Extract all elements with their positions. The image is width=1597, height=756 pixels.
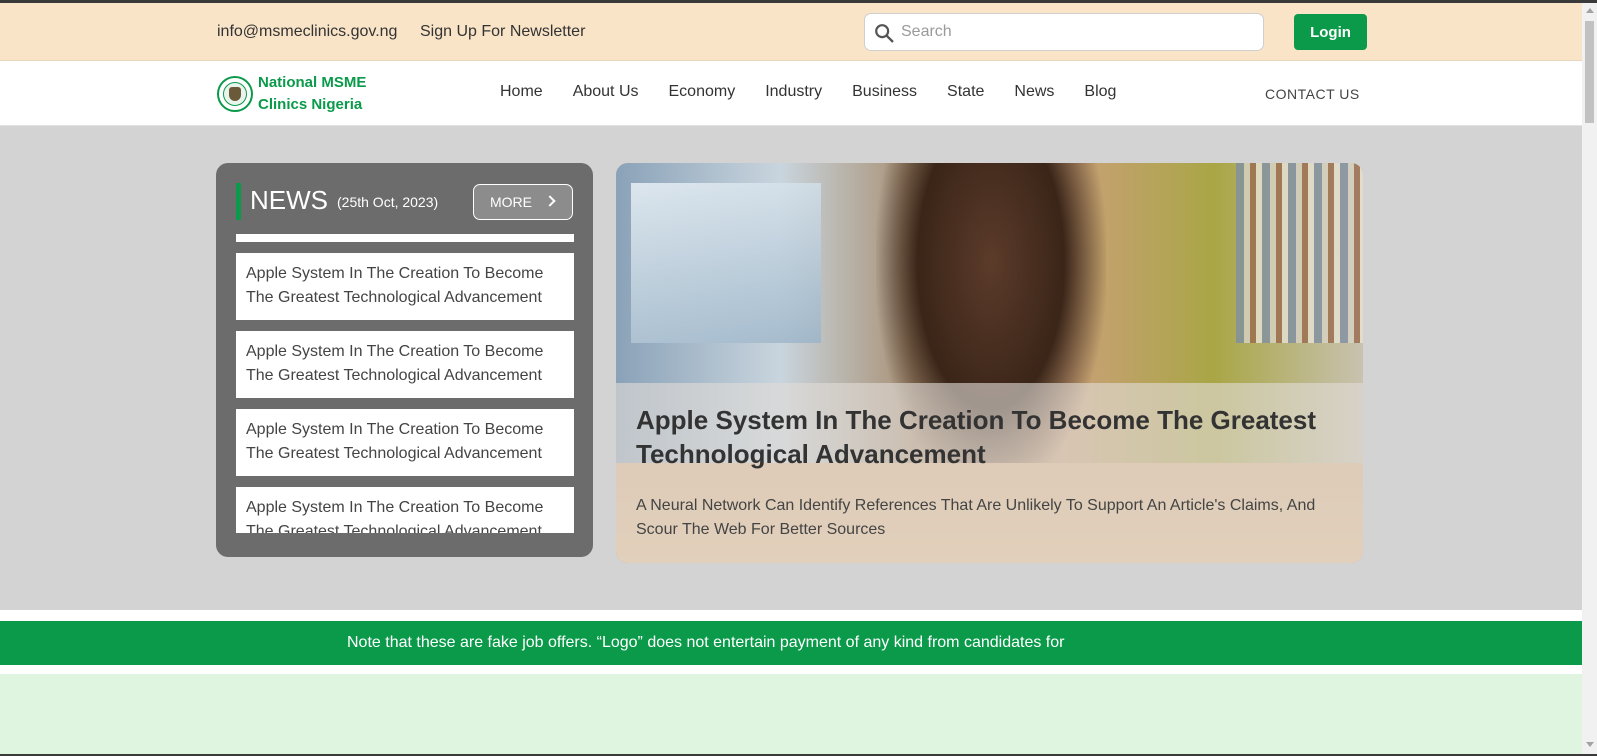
nav-item-blog[interactable]: Blog <box>1084 83 1116 101</box>
nav-item-business[interactable]: Business <box>852 83 917 101</box>
notice-text: Note that these are fake job offers. “Lo… <box>347 634 1065 651</box>
nav-item-home[interactable]: Home <box>500 83 543 101</box>
page-scrollbar[interactable] <box>1582 3 1597 754</box>
login-button[interactable]: Login <box>1294 14 1367 50</box>
newsletter-signup-link[interactable]: Sign Up For Newsletter <box>420 23 585 41</box>
main-navigation: National MSME Clinics Nigeria Home About… <box>0 62 1582 126</box>
contact-email-link[interactable]: info@msmeclinics.gov.ng <box>217 23 397 41</box>
nav-item-state[interactable]: State <box>947 83 984 101</box>
site-logo-text[interactable]: National MSME Clinics Nigeria <box>258 72 388 116</box>
more-button-label: MORE <box>490 194 532 210</box>
notice-banner: Note that these are fake job offers. “Lo… <box>0 621 1582 665</box>
scrollbar-thumb[interactable] <box>1585 21 1594 123</box>
logo-line-2: Clinics Nigeria <box>258 96 363 113</box>
nav-item-economy[interactable]: Economy <box>669 83 736 101</box>
chevron-right-icon <box>544 195 556 207</box>
logo-icon[interactable] <box>217 76 253 112</box>
news-panel-title: NEWS <box>250 185 328 215</box>
featured-article-card[interactable]: Apple System In The Creation To Become T… <box>616 163 1363 563</box>
search-icon <box>875 24 894 43</box>
content-section <box>0 674 1582 754</box>
news-list-item[interactable]: Apple System In The Creation To Become T… <box>236 409 574 476</box>
contact-us-link[interactable]: CONTACT US <box>1265 86 1360 102</box>
scroll-up-icon[interactable] <box>1586 8 1594 13</box>
news-list-item[interactable]: Apple System In The Creation To Become T… <box>236 331 574 398</box>
news-panel: NEWS (25th Oct, 2023) MORE Apple System … <box>216 163 593 557</box>
featured-article-title[interactable]: Apple System In The Creation To Become T… <box>636 403 1316 471</box>
featured-article-description: A Neural Network Can Identify References… <box>636 497 1316 538</box>
more-news-button[interactable]: MORE <box>473 184 573 220</box>
hero-section: NEWS (25th Oct, 2023) MORE Apple System … <box>0 126 1582 610</box>
nav-item-news[interactable]: News <box>1014 83 1054 101</box>
search-box[interactable] <box>864 13 1264 51</box>
news-list-item[interactable] <box>236 234 574 242</box>
nav-item-about-us[interactable]: About Us <box>573 83 639 101</box>
news-accent-bar <box>236 183 241 220</box>
news-list-item[interactable]: Apple System In The Creation To Become T… <box>236 487 574 533</box>
news-panel-date: (25th Oct, 2023) <box>337 194 439 210</box>
search-input[interactable] <box>901 16 1255 48</box>
news-list[interactable]: Apple System In The Creation To Become T… <box>236 234 574 533</box>
news-list-item[interactable]: Apple System In The Creation To Become T… <box>236 253 574 320</box>
nav-item-industry[interactable]: Industry <box>765 83 822 101</box>
scroll-down-icon[interactable] <box>1586 742 1594 747</box>
top-bar: info@msmeclinics.gov.ng Sign Up For News… <box>0 3 1582 61</box>
logo-line-1: National MSME <box>258 74 367 91</box>
nav-links: Home About Us Economy Industry Business … <box>500 83 1146 101</box>
